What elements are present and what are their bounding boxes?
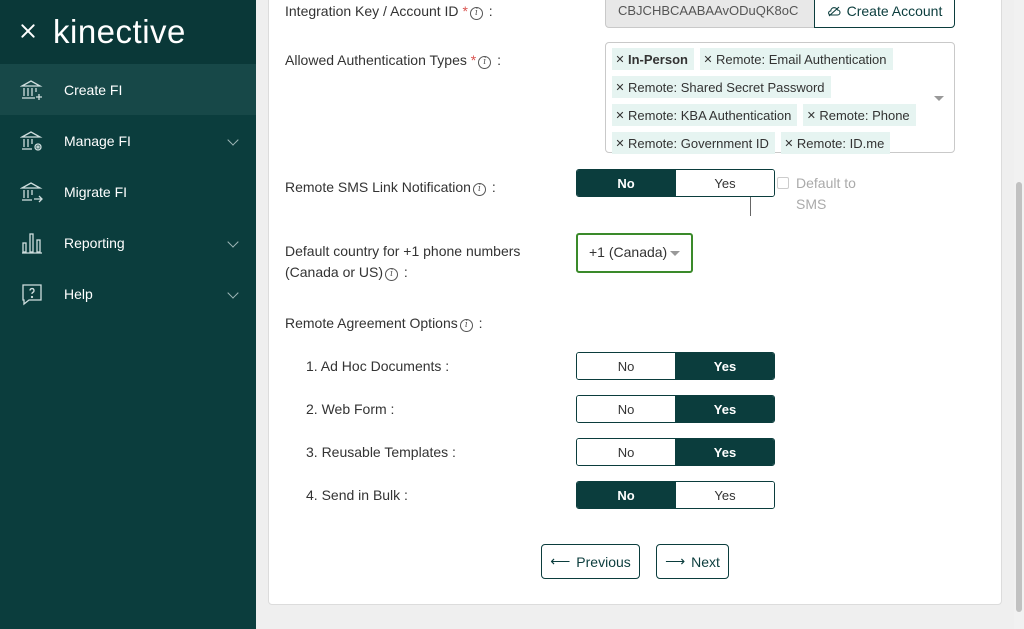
sidebar-item-label: Manage FI bbox=[64, 132, 131, 149]
dropdown-caret-icon bbox=[670, 251, 680, 256]
ad-hoc-toggle: No Yes bbox=[576, 352, 775, 380]
yes-option[interactable]: Yes bbox=[675, 396, 774, 422]
info-icon[interactable]: i bbox=[385, 268, 399, 281]
sidebar-item-label: Reporting bbox=[64, 234, 125, 251]
remove-tag-icon[interactable]: ✕ bbox=[700, 53, 716, 66]
help-bubble-icon bbox=[20, 282, 44, 306]
next-button[interactable]: ⟶ Next bbox=[656, 544, 729, 579]
divider bbox=[750, 197, 751, 216]
sidebar-header: kinective bbox=[0, 0, 256, 64]
chevron-down-icon bbox=[227, 134, 239, 146]
remove-tag-icon[interactable]: ✕ bbox=[781, 137, 797, 150]
send-in-bulk-toggle: No Yes bbox=[576, 481, 775, 509]
no-option[interactable]: No bbox=[577, 353, 675, 379]
info-icon[interactable]: i bbox=[472, 183, 486, 196]
auth-tag: ✕ In-Person bbox=[612, 48, 694, 70]
sidebar-item-label: Create FI bbox=[64, 81, 123, 98]
no-option[interactable]: No bbox=[577, 482, 675, 508]
sidebar-item-label: Help bbox=[64, 285, 93, 302]
remove-tag-icon[interactable]: ✕ bbox=[612, 137, 628, 150]
auth-tag: ✕ Remote: KBA Authentication bbox=[612, 104, 798, 126]
remove-tag-icon[interactable]: ✕ bbox=[612, 81, 628, 94]
integration-key-field[interactable]: CBJCHBCAABAAvODuQK8oC bbox=[605, 0, 815, 28]
auth-types-label: Allowed Authentication Types * i : bbox=[285, 52, 501, 69]
cloud-icon bbox=[827, 6, 841, 16]
sidebar-item-create-fi[interactable]: Create FI bbox=[0, 64, 256, 115]
country-select[interactable]: +1 (Canada) bbox=[576, 233, 693, 273]
form-card: Integration Key / Account ID * i : CBJCHB… bbox=[268, 0, 1002, 605]
agreement-option-label: 1. Ad Hoc Documents : bbox=[306, 358, 450, 374]
bar-chart-icon bbox=[20, 231, 44, 255]
auth-types-multiselect[interactable]: ✕ In-Person ✕ Remote: Email Authentication… bbox=[605, 42, 955, 154]
info-icon[interactable]: i bbox=[469, 7, 483, 20]
remove-tag-icon[interactable]: ✕ bbox=[612, 109, 628, 122]
sidebar-item-migrate-fi[interactable]: Migrate FI bbox=[0, 166, 256, 217]
reusable-templates-toggle: No Yes bbox=[576, 438, 775, 466]
chevron-down-icon bbox=[227, 287, 239, 299]
sidebar-item-reporting[interactable]: Reporting bbox=[0, 217, 256, 268]
main-content: Integration Key / Account ID * i : CBJCHB… bbox=[256, 0, 1014, 629]
arrow-right-icon: ⟶ bbox=[665, 553, 686, 569]
sidebar: kinective Create FI Manage FI Migrate FI… bbox=[0, 0, 256, 629]
yes-option[interactable]: Yes bbox=[675, 482, 774, 508]
default-to-sms-label: Default to SMS bbox=[796, 175, 856, 212]
close-icon[interactable] bbox=[19, 22, 39, 42]
info-icon[interactable]: i bbox=[459, 319, 473, 332]
create-account-button[interactable]: Create Account bbox=[814, 0, 955, 28]
sms-yes-option[interactable]: Yes bbox=[675, 170, 774, 196]
yes-option[interactable]: Yes bbox=[675, 353, 774, 379]
required-marker: * bbox=[470, 52, 477, 68]
bank-gear-icon bbox=[20, 129, 44, 153]
agreement-option-label: 4. Send in Bulk : bbox=[306, 487, 408, 503]
default-to-sms-checkbox[interactable] bbox=[777, 177, 789, 189]
scrollbar-thumb[interactable] bbox=[1016, 182, 1022, 612]
auth-tag: ✕ Remote: ID.me bbox=[780, 132, 891, 154]
bank-arrow-icon bbox=[20, 180, 44, 204]
sms-link-label: Remote SMS Link Notification i : bbox=[285, 179, 496, 196]
country-label: Default country for +1 phone numbers (Ca… bbox=[285, 243, 521, 281]
web-form-toggle: No Yes bbox=[576, 395, 775, 423]
logo: kinective bbox=[53, 13, 186, 50]
scrollbar[interactable] bbox=[1014, 0, 1024, 629]
auth-tag: ✕ Remote: Email Authentication bbox=[699, 48, 893, 70]
sms-no-option[interactable]: No bbox=[577, 170, 675, 196]
previous-button[interactable]: ⟵ Previous bbox=[541, 544, 640, 579]
integration-key-label: Integration Key / Account ID * i : bbox=[285, 3, 493, 20]
no-option[interactable]: No bbox=[577, 396, 675, 422]
arrow-left-icon: ⟵ bbox=[550, 553, 571, 569]
required-marker: * bbox=[462, 3, 468, 19]
agreement-label: Remote Agreement Options i : bbox=[285, 315, 483, 332]
dropdown-caret-icon[interactable] bbox=[934, 96, 944, 101]
sidebar-item-label: Migrate FI bbox=[64, 183, 128, 200]
agreement-option-label: 2. Web Form : bbox=[306, 401, 395, 417]
auth-tag: ✕ Remote: Shared Secret Password bbox=[612, 76, 831, 98]
chevron-down-icon bbox=[227, 236, 239, 248]
sms-link-toggle: No Yes bbox=[576, 169, 775, 197]
auth-tag: ✕ Remote: Government ID bbox=[612, 132, 775, 154]
remove-tag-icon[interactable]: ✕ bbox=[803, 109, 819, 122]
sidebar-item-manage-fi[interactable]: Manage FI bbox=[0, 115, 256, 166]
info-icon[interactable]: i bbox=[478, 56, 492, 69]
agreement-option-label: 3. Reusable Templates : bbox=[306, 444, 456, 460]
yes-option[interactable]: Yes bbox=[675, 439, 774, 465]
bank-plus-icon bbox=[20, 78, 44, 102]
sidebar-item-help[interactable]: Help bbox=[0, 268, 256, 319]
remove-tag-icon[interactable]: ✕ bbox=[612, 53, 628, 66]
no-option[interactable]: No bbox=[577, 439, 675, 465]
auth-tag: ✕ Remote: Phone bbox=[803, 104, 916, 126]
